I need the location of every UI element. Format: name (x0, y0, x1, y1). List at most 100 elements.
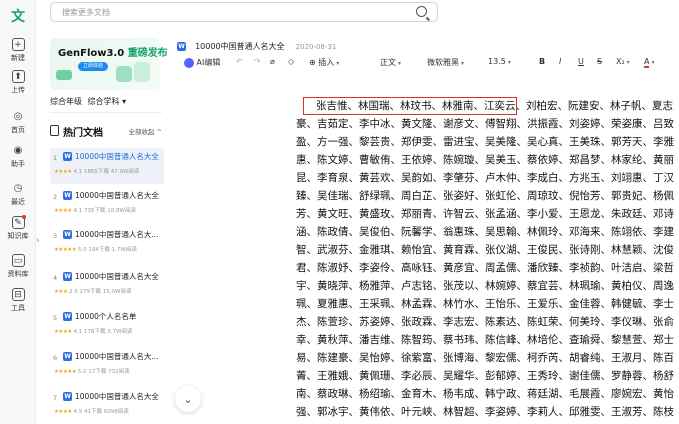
related-docs-panel: GenFlow3.0 重磅发布 立即体验 综合年级 综合学科 ▾ 热门文档 全部… (42, 30, 168, 424)
rail-tools[interactable]: ⊟ 工具 (0, 288, 36, 313)
doc-reads: 10.8W阅读 (107, 208, 136, 214)
rail-home[interactable]: ◎ 首页 (0, 110, 36, 135)
doc-title: 10000中国普通人名大... (75, 230, 159, 239)
text-line: 智、武淑芬、金雅琪、赖怡宜、黄育霖、张仪湖、王俊民、张诗刚、林慧颖、沈俊 (296, 244, 674, 256)
word-doc-icon: W (63, 230, 72, 239)
undo-icon[interactable]: ↶ (236, 57, 243, 66)
banner-title-prefix: GenFlow3.0 (58, 48, 128, 59)
paragraph-style-label: 正文 (380, 58, 396, 67)
ai-icon (184, 57, 194, 68)
redo-icon[interactable]: ↷ (254, 57, 261, 66)
collapse-all-button[interactable]: 全部收起 ^ (128, 126, 162, 136)
underline-button[interactable]: U (578, 57, 584, 66)
word-doc-icon: W (63, 191, 72, 200)
banner-decoration-icon (116, 66, 132, 82)
scroll-down-chevron-icon[interactable]: ⌄ (175, 386, 201, 412)
app-logo-icon[interactable]: 文 (8, 6, 28, 26)
rail-recent-label: 最近 (11, 198, 25, 206)
doc-list-item[interactable]: 5 W 10000个人名名单 ★★★★ 4.1 178下载 3.7W阅读 (50, 308, 164, 344)
doc-list-item[interactable]: 4 W 10000中国普通人名大全 ★★★ 2.5 279下载 15.0W阅读 (50, 268, 164, 304)
clear-format-icon[interactable]: ◇ (288, 57, 294, 66)
word-doc-icon: W (63, 272, 72, 281)
italic-button[interactable]: I (559, 57, 561, 66)
promo-banner[interactable]: GenFlow3.0 重磅发布 立即体验 (50, 38, 168, 90)
doc-downloads: 279下载 (79, 289, 102, 295)
text-line: 珮、夏雅惠、王采珮、林孟霖、林竹水、王怡乐、王爱乐、金佳蓉、韩健毓、李士 (296, 298, 674, 310)
folder-icon: ▭ (11, 254, 25, 267)
word-doc-icon: W (63, 152, 72, 161)
subscript-button[interactable]: X₂ ▾ (616, 57, 630, 66)
font-family-select[interactable]: 微软雅黑 ▾ (427, 57, 464, 68)
doc-list-item[interactable]: 2 W 10000中国普通人名大全 ★★★★ 4.1 735下载 10.8W阅读 (50, 187, 164, 223)
doc-reads: 47.9W阅读 (110, 169, 140, 175)
text-line: 杰、陈萱珍、苏姿婷、张政霖、李志宏、陈素达、陈虹荣、何美玲、李仪琳、张俞 (296, 316, 674, 328)
word-doc-icon: W (63, 312, 72, 321)
doc-meta: ★★★ 2.5 279下载 15.0W阅读 (54, 287, 131, 295)
knowledge-icon: ✎ (11, 215, 26, 229)
doc-rating: 4.1 (73, 208, 83, 214)
doc-downloads: 41下载 (83, 409, 102, 415)
text-line: 昆、李育泉、黄芸欢、吴韵如、李肇芬、卢木仲、李成白、方兆玉、刘翊惠、丁汉 (296, 172, 674, 184)
rail-knowledge[interactable]: ✎ 知识库 (0, 215, 36, 241)
panel-expand-chevron-icon[interactable]: › (36, 236, 40, 246)
subject-filter[interactable]: 综合学科 ▾ (88, 97, 127, 106)
strikethrough-button[interactable]: S (597, 57, 602, 66)
doc-title: 10000中国普通人名大全 (75, 272, 159, 281)
rail-home-label: 首页 (11, 126, 25, 134)
text-line: 君、陈淑妤、李姿伶、高咏钰、黄彦宜、周孟儒、潘欣臻、李祯韵、叶洁启、梁哲 (296, 262, 674, 274)
rail-library[interactable]: ▭ 资料库 (0, 254, 36, 279)
rail-upload-label: 上传 (11, 86, 25, 94)
text-line: 南、蔡政琳、杨绍瑜、金育木、杨韦成、韩宁政、蒋廷湖、毛展霞、廖婉宏、黄怡 (296, 388, 674, 400)
toolbox-icon: ⊟ (11, 288, 25, 301)
text-line: 盈、方一强、黎芸贵、郑伊雯、雷进宝、吴美隆、吴心真、王美珠、郭芳天、李雅 (296, 136, 674, 148)
text-line: 惠、陈文婷、曹敏侑、王依婷、陈婉璇、吴美玉、蔡依婷、郑昌梦、林家纶、黄丽 (296, 154, 674, 166)
rail-new[interactable]: + 新建 (0, 38, 36, 63)
font-size-select[interactable]: 13.5 ▾ (488, 57, 511, 66)
doc-rank: 4 (53, 274, 58, 282)
doc-rank: 2 (53, 193, 58, 201)
hot-docs-header: 热门文档 全部收起 ^ (50, 124, 164, 139)
doc-reads: 6098阅读 (103, 409, 129, 415)
doc-list-item[interactable]: 3 W 10000中国普通人名大... ★★★★★ 5.0 194下载 1.7W… (50, 226, 164, 262)
chevron-down-icon: ▾ (626, 59, 630, 66)
doc-rank: 6 (53, 354, 58, 362)
banner-decoration-icon (56, 70, 72, 80)
chevron-down-icon: ▾ (398, 60, 402, 67)
document-title: 10000中国普通人名大全 (195, 42, 285, 51)
subscript-label: X₂ (616, 57, 625, 66)
format-painter-icon[interactable]: ⌀ (270, 57, 275, 66)
ai-edit-button[interactable]: AI编辑 (184, 57, 220, 68)
text-line: 宇、黄晓萍、杨雅萍、卢志铭、张茂以、林婉婷、蔡宜芸、林珮瑜、黄柏仪、周逸 (296, 280, 674, 292)
hot-docs-title: 热门文档 (63, 128, 103, 139)
rail-assistant[interactable]: ◉ 助手 (0, 144, 36, 169)
bold-button[interactable]: B (539, 57, 545, 66)
doc-rank: 3 (53, 232, 58, 240)
search-icon[interactable] (416, 6, 427, 17)
doc-list-item[interactable]: 7 W 10000中国普通人名大全 ★★★★ 4.5 41下载 6098阅读 (50, 388, 164, 424)
chevron-down-icon: ▾ (461, 60, 465, 67)
doc-downloads: 178下载 (83, 329, 106, 335)
rail-upload[interactable]: ⬆ 上传 (0, 70, 36, 95)
font-size-label: 13.5 (488, 57, 506, 66)
grade-filter[interactable]: 综合年级 (50, 97, 82, 106)
doc-title: 10000个人名名单 (75, 312, 137, 321)
plus-icon: + (11, 38, 25, 51)
paragraph-style-select[interactable]: 正文 ▾ (380, 57, 401, 68)
left-rail: 文 + 新建 ⬆ 上传 ◎ 首页 ◉ 助手 ◷ 最近 ✎ 知识库 ▭ 资料库 ⊟… (0, 0, 36, 424)
rail-library-label: 资料库 (7, 270, 29, 278)
doc-list-item[interactable]: 6 W 10000中国普通人名大... ★★★★★ 5.0 17下载 732阅读 (50, 348, 164, 384)
doc-list-item[interactable]: 1 W 10000中国普通人名大全 ★★★★ 4.1 1865下载 47.9W阅… (50, 148, 164, 184)
font-family-label: 微软雅黑 (427, 58, 459, 67)
rating-stars-icon: ★★★ (54, 289, 68, 295)
text-line: 芳、黄文旺、黄盛玫、郑丽青、许智云、张孟涵、李小爱、王恩龙、朱政廷、邓诗 (296, 208, 674, 220)
rail-recent[interactable]: ◷ 最近 (0, 182, 36, 207)
search-bar[interactable]: 搜索更多文档 (50, 2, 438, 22)
doc-meta: ★★★★★ 5.0 17下载 732阅读 (54, 367, 130, 375)
search-placeholder: 搜索更多文档 (62, 8, 110, 17)
word-doc-icon: W (63, 352, 72, 361)
insert-menu[interactable]: ⊕ 插入 ▾ (309, 57, 339, 68)
font-color-button[interactable]: A ▾ (644, 57, 655, 66)
text-line: 强、郭冰宇、黄伟依、叶元峡、林智超、李姿婷、李莉人、邱雅雯、王淑芳、陈枝 (296, 406, 674, 418)
banner-try-button[interactable]: 立即体验 (78, 62, 108, 71)
text-line: 菁、王雅娥、黄佩珊、李必辰、吴耀华、彭郁婷、王秀玲、谢佳儒、罗静蓉、杨舒 (296, 370, 674, 382)
